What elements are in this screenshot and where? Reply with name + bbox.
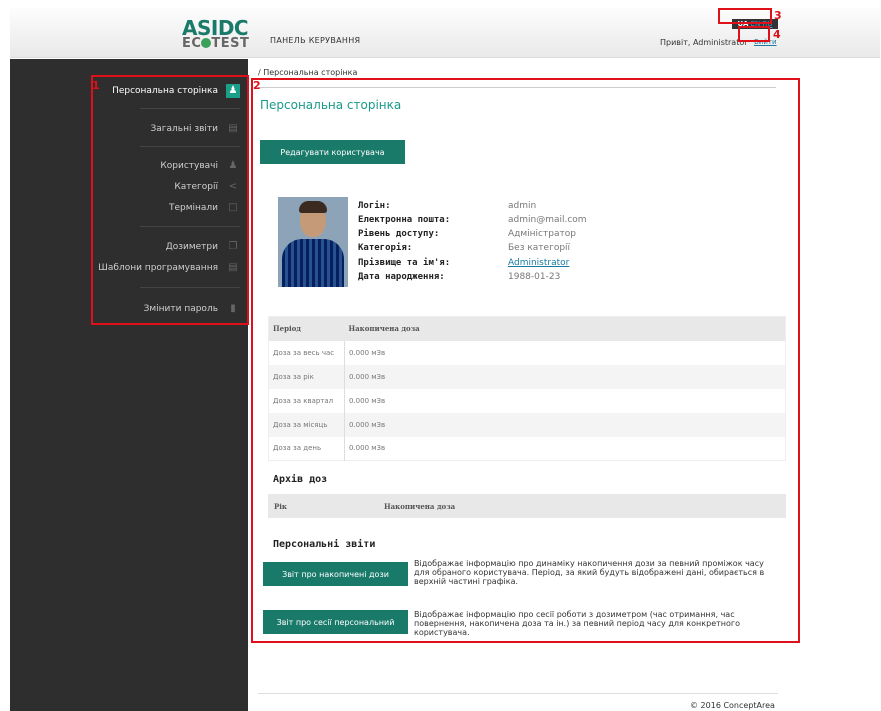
footer-divider xyxy=(258,693,778,694)
leaf-icon xyxy=(201,38,212,48)
user-greeting: Привіт, Administrator xyxy=(660,38,748,47)
breadcrumb[interactable]: / Персональна сторінка xyxy=(258,68,357,77)
annotation-label-1: 1 xyxy=(92,79,100,92)
annotation-box-1 xyxy=(91,75,249,325)
panel-title: ПАНЕЛЬ КЕРУВАННЯ xyxy=(270,36,361,45)
logo-text-bottom: EC TEST xyxy=(182,36,250,51)
logo-text-top: ASIDC xyxy=(182,16,249,40)
annotation-label-4: 4 xyxy=(773,28,781,41)
footer-copyright: © 2016 ConceptArea xyxy=(690,701,775,710)
annotation-box-3 xyxy=(718,8,772,24)
annotation-label-3: 3 xyxy=(774,9,782,22)
asidc-ecotest-logo[interactable]: ASIDC EC TEST xyxy=(182,18,256,52)
annotation-label-2: 2 xyxy=(253,79,261,92)
annotation-box-4 xyxy=(738,26,770,42)
annotation-box-2 xyxy=(251,78,800,643)
